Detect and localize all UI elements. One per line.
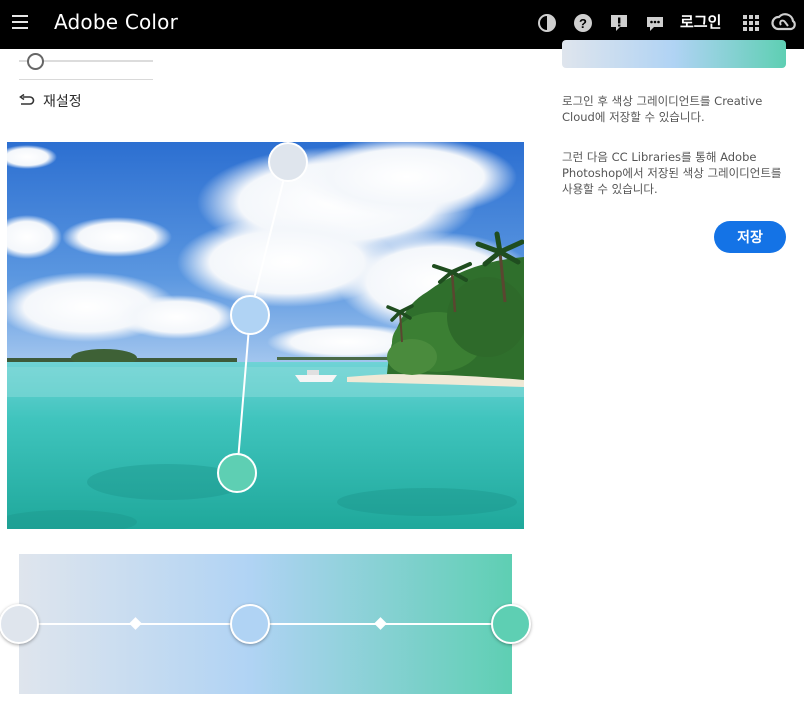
svg-text:?: ? bbox=[579, 16, 587, 31]
feedback-alert-icon[interactable] bbox=[608, 12, 630, 34]
slider-knob[interactable] bbox=[27, 53, 44, 70]
gradient-stop[interactable] bbox=[0, 604, 39, 644]
libraries-info-text: 그런 다음 CC Libraries를 통해 Adobe Photoshop에서… bbox=[562, 150, 782, 196]
contrast-icon[interactable] bbox=[536, 12, 558, 34]
reset-label: 재설정 bbox=[43, 94, 82, 110]
chat-icon[interactable] bbox=[644, 12, 666, 34]
undo-icon bbox=[19, 94, 35, 105]
save-button[interactable]: 저장 bbox=[714, 221, 786, 253]
color-picker-handle[interactable] bbox=[230, 295, 270, 335]
beach-photo[interactable] bbox=[7, 142, 524, 529]
gradient-stop[interactable] bbox=[230, 604, 270, 644]
gradient-preview bbox=[562, 40, 786, 68]
app-title: Adobe Color bbox=[54, 10, 179, 34]
reset-button[interactable]: 재설정 bbox=[19, 90, 82, 112]
menu-icon[interactable] bbox=[12, 15, 28, 29]
divider bbox=[19, 79, 153, 80]
color-picker-handle[interactable] bbox=[268, 142, 308, 182]
app-root: Adobe Color ? 로그인 재설정 로그인 후 색상 그레이디언트를 C… bbox=[0, 0, 804, 717]
help-icon[interactable]: ? bbox=[572, 12, 594, 34]
apps-grid-icon[interactable] bbox=[740, 12, 762, 34]
login-info-text: 로그인 후 색상 그레이디언트를 Creative Cloud에 저장할 수 있… bbox=[562, 94, 763, 124]
creative-cloud-icon[interactable] bbox=[771, 12, 797, 34]
login-link[interactable]: 로그인 bbox=[680, 11, 721, 32]
gradient-stop[interactable] bbox=[491, 604, 531, 644]
color-picker-handle[interactable] bbox=[217, 453, 257, 493]
